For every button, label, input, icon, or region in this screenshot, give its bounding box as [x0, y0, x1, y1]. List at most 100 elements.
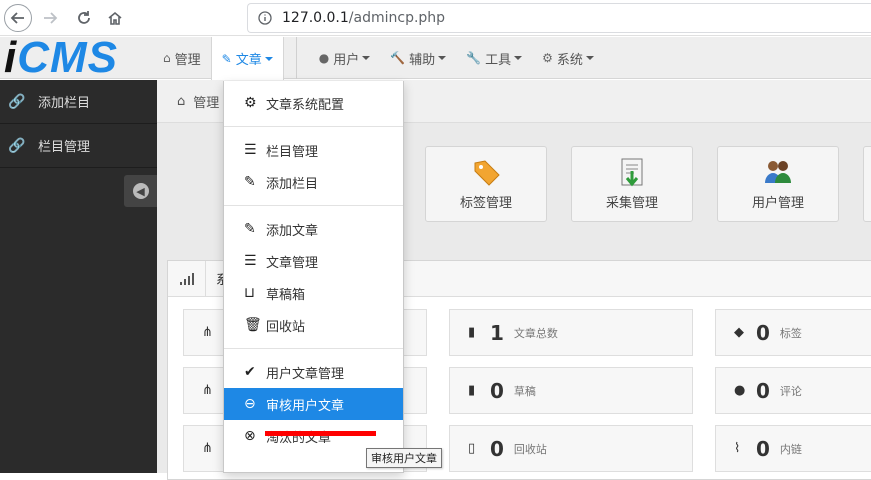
- arrow-right-icon: [44, 12, 58, 24]
- nav-label: 用户: [333, 52, 360, 68]
- stat-label: 标签: [779, 326, 802, 340]
- nav-label: 辅助: [409, 52, 436, 68]
- paperclip-icon: ⌇: [734, 441, 741, 456]
- stat-value: 0: [756, 378, 770, 403]
- menu-item-label: 文章系统配置: [266, 97, 345, 113]
- tooltip-text: 审核用户文章: [371, 452, 437, 465]
- url-text: 127.0.0.1/admincp.php: [282, 10, 445, 26]
- menu-item-category-manage[interactable]: ☰ 栏目管理: [224, 134, 403, 166]
- list-icon: ☰: [244, 142, 257, 158]
- sidebar-item-label: 栏目管理: [38, 140, 91, 155]
- breadcrumb-label[interactable]: 管理: [193, 92, 219, 111]
- stat-article-total: ▮ 1 文章总数: [449, 309, 693, 356]
- menu-item-label: 草稿箱: [266, 287, 306, 303]
- home-button[interactable]: [101, 4, 129, 32]
- nav-item-manage[interactable]: ⌂ 管理: [153, 37, 211, 79]
- tile-label: 标签管理: [459, 196, 512, 211]
- url-host: 127.0.0.1: [282, 10, 349, 26]
- menu-item-add-article[interactable]: ✎ 添加文章: [224, 213, 403, 245]
- stat-value: 0: [490, 436, 504, 461]
- tag-icon: ◆: [734, 325, 744, 340]
- menu-item-article-manage[interactable]: ☰ 文章管理: [224, 245, 403, 277]
- caret-down-icon: [438, 56, 447, 60]
- tile-label: 采集管理: [605, 196, 658, 211]
- stat-value: 0: [756, 436, 770, 461]
- menu-item-label: 栏目管理: [266, 144, 319, 160]
- file-icon: ▮: [468, 325, 476, 340]
- user-icon: ●: [318, 51, 330, 65]
- nav-item-article[interactable]: ✎ 文章: [210, 37, 284, 80]
- stat-label: 回收站: [513, 442, 547, 456]
- menu-divider: [224, 126, 403, 127]
- nav-item-user[interactable]: ● 用户: [309, 37, 381, 79]
- stat-value: 0: [756, 320, 770, 345]
- arrow-left-icon: [10, 12, 24, 24]
- article-dropdown-menu: ⚙ 文章系统配置 ☰ 栏目管理 ✎ 添加栏目 ✎ 添加文章 ☰ 文章管理 ⊔ 草稿箱 🗑 回收…: [223, 81, 404, 473]
- menu-item-article-config[interactable]: ⚙ 文章系统配置: [224, 87, 403, 119]
- edit-icon: ✎: [244, 221, 256, 237]
- minus-circle-icon: ⊖: [244, 396, 256, 412]
- tile-user-manage[interactable]: 用户管理: [717, 146, 839, 222]
- info-icon: [258, 11, 272, 25]
- users-icon: [765, 161, 791, 183]
- app-header: i CMS ⌂ 管理 ✎ 文章 ● 用户 🔨 辅助 🔧 工具 ⚙ 系统: [0, 33, 871, 82]
- back-button[interactable]: [4, 4, 32, 32]
- stat-comments: ● 0 评论: [715, 367, 871, 414]
- edit-icon: ✎: [221, 51, 232, 66]
- logo[interactable]: i CMS: [4, 33, 118, 82]
- edit-icon: ✎: [244, 174, 256, 190]
- stat-label: 评论: [779, 384, 802, 398]
- menu-item-recycle-bin[interactable]: 🗑 回收站: [224, 309, 403, 341]
- menu-divider: [224, 348, 403, 349]
- stat-tags: ◆ 0 标签: [715, 309, 871, 356]
- menu-item-label: 审核用户文章: [266, 398, 345, 414]
- sidebar-item-category-manage[interactable]: 🔗 栏目管理: [0, 124, 157, 168]
- link-icon: 🔗: [8, 137, 26, 154]
- stat-value: 0: [490, 378, 504, 403]
- tile-tag-manage[interactable]: 标签管理: [425, 146, 547, 222]
- stat-value: 1: [490, 320, 504, 345]
- file-icon: ▮: [468, 383, 476, 398]
- check-circle-icon: ✔: [244, 364, 256, 380]
- browser-toolbar: 127.0.0.1/admincp.php: [0, 0, 871, 36]
- inbox-icon: ⊔: [244, 285, 255, 301]
- menu-item-user-article-manage[interactable]: ✔ 用户文章管理: [224, 356, 403, 388]
- file-outline-icon: ▯: [468, 441, 476, 456]
- tile-partial[interactable]: [863, 146, 871, 222]
- sidebar-item-add-category[interactable]: 🔗 添加栏目: [0, 80, 157, 124]
- menu-item-label: 添加栏目: [266, 176, 319, 192]
- nav-label: 系统: [556, 52, 583, 68]
- home-icon: [108, 11, 122, 25]
- url-path: /admincp.php: [348, 10, 446, 26]
- sidebar-collapse-button[interactable]: ◀: [124, 175, 157, 207]
- red-underline-annotation: [265, 431, 376, 436]
- nav-label: 管理: [174, 52, 201, 68]
- tile-collect-manage[interactable]: 采集管理: [571, 146, 693, 222]
- forward-button[interactable]: [36, 4, 64, 32]
- stat-label: 草稿: [513, 384, 536, 398]
- nav-item-tools[interactable]: 🔧 工具: [456, 37, 532, 79]
- trash-icon: 🗑: [244, 317, 262, 333]
- nav-item-assist[interactable]: 🔨 辅助: [380, 37, 456, 79]
- reload-icon: [78, 11, 90, 24]
- tag-icon: [474, 160, 500, 186]
- menu-item-label: 淘汰的文章: [266, 430, 332, 446]
- menu-item-label: 文章管理: [266, 255, 319, 271]
- menu-item-review-user-articles[interactable]: ⊖ 审核用户文章: [224, 388, 403, 420]
- menu-divider: [224, 205, 403, 206]
- nav-label: 文章: [235, 53, 262, 68]
- reload-button[interactable]: [70, 4, 98, 32]
- menu-item-drafts[interactable]: ⊔ 草稿箱: [224, 277, 403, 309]
- stat-label: 文章总数: [513, 326, 558, 340]
- menu-item-label: 添加文章: [266, 223, 319, 239]
- arrow-left-circle-icon: ◀: [132, 183, 149, 199]
- tile-label: 用户管理: [751, 196, 804, 211]
- address-bar[interactable]: 127.0.0.1/admincp.php: [247, 3, 871, 33]
- stat-label: 内链: [779, 442, 802, 456]
- stat-recycle: ▯ 0 回收站: [449, 425, 693, 472]
- menu-item-add-category[interactable]: ✎ 添加栏目: [224, 166, 403, 198]
- wrench-icon: 🔧: [466, 51, 482, 65]
- logo-cms: CMS: [17, 33, 119, 82]
- sitemap-icon: ⋔: [202, 441, 213, 456]
- nav-item-system[interactable]: ⚙ 系统: [532, 37, 604, 79]
